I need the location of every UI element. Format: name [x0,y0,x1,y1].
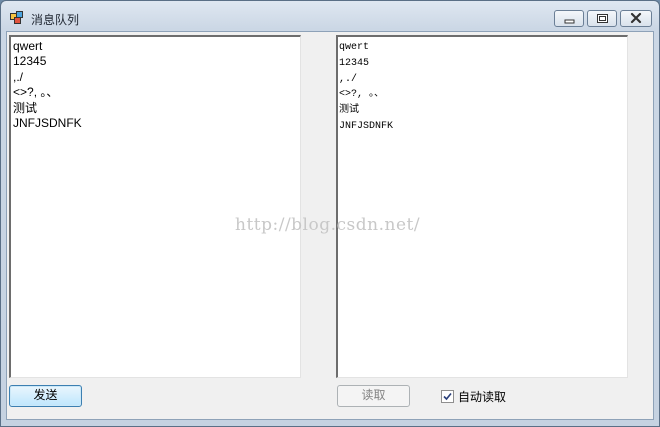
send-message-textbox[interactable]: qwert 12345 ,./ <>?, 。、 测试 JNFJSDNFK [9,35,301,378]
minimize-button[interactable] [554,10,584,27]
maximize-button[interactable] [587,10,617,27]
text-line: ,./ [13,69,24,84]
maximize-icon [597,14,608,23]
text-line: 12345 [13,54,47,69]
client-area: qwert 12345 ,./ <>?, 。、 测试 JNFJSDNFK qwe… [6,31,654,420]
text-line: <>?, 。、 [13,85,59,100]
send-button[interactable]: 发送 [9,385,82,407]
title-bar[interactable]: 消息队列 [1,1,659,33]
text-line: JNFJSDNFK [13,116,82,131]
text-line: 测试 [13,100,38,115]
text-line: ,./ [339,73,358,85]
read-button[interactable]: 读取 [337,385,410,407]
app-icon [10,11,24,25]
checkmark-icon [443,392,452,401]
window-title: 消息队列 [31,13,80,27]
auto-read-label[interactable]: 自动读取 [458,388,506,405]
auto-read-checkbox[interactable] [441,390,454,403]
text-line: <>?, 。、 [339,89,385,101]
text-line: 测试 [339,105,359,117]
text-line: JNFJSDNFK [339,120,394,132]
main-window: 消息队列 qwert 12345 ,./ <>?, 。、 测试 JNFJSDNF… [0,0,660,427]
minimize-icon [564,19,575,24]
close-icon [630,12,642,24]
text-line: 12345 [339,57,370,69]
received-message-textbox[interactable]: qwert 12345 ,./ <>?, 。、 测试 JNFJSDNFK [336,35,628,378]
close-button[interactable] [620,10,652,27]
text-line: qwert [339,42,370,53]
text-line: qwert [13,39,43,53]
